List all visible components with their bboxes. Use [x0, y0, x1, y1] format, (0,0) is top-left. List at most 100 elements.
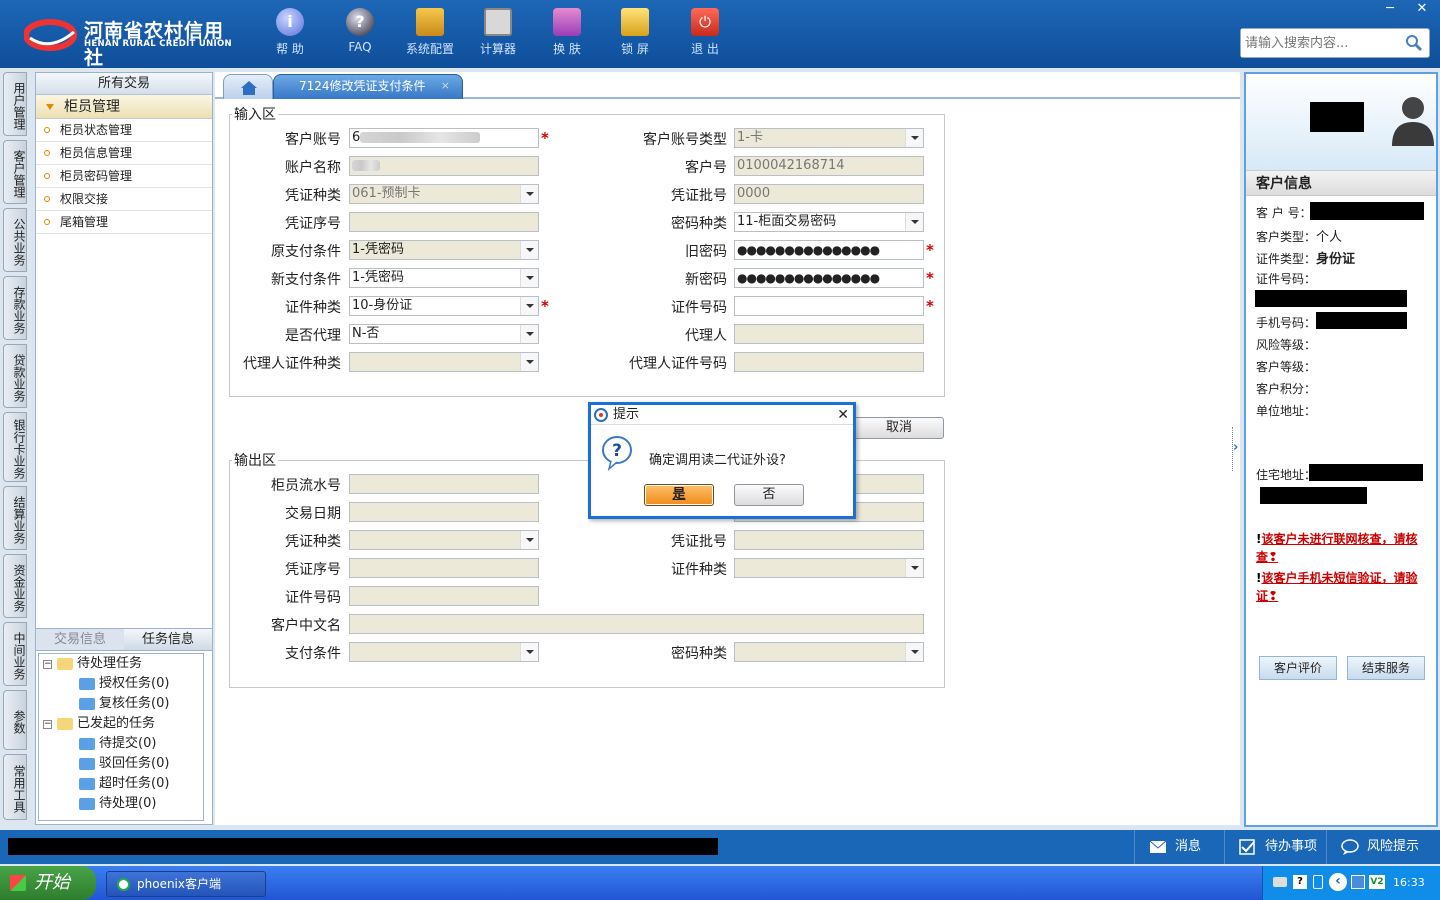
vtab-user-mgmt[interactable]: 用户管理: [3, 72, 27, 136]
out-id-type-select[interactable]: [734, 558, 924, 578]
voucher-seq-input[interactable]: [349, 212, 539, 232]
collapse-right-icon[interactable]: ›: [1233, 440, 1238, 455]
dropdown-arrow-icon[interactable]: [520, 185, 538, 203]
dropdown-arrow-icon[interactable]: [905, 643, 923, 661]
voucher-batch-input[interactable]: 0000: [734, 184, 924, 204]
search-icon[interactable]: [1405, 34, 1423, 52]
out-voucher-type-select[interactable]: [349, 530, 539, 550]
close-tab-icon[interactable]: ×: [441, 75, 450, 97]
taskbar-app-label: phoenix客户端: [137, 877, 221, 891]
vtab-settlement[interactable]: 结算业务: [3, 486, 27, 550]
help-tray-icon[interactable]: ?: [1293, 875, 1307, 889]
vtab-funds[interactable]: 资金业务: [3, 554, 27, 618]
start-button[interactable]: 开始: [0, 866, 96, 900]
dropdown-arrow-icon[interactable]: [520, 269, 538, 287]
lock-screen-button[interactable]: 锁 屏: [600, 8, 670, 64]
new-pwd-input[interactable]: ●●●●●●●●●●●●●●●: [734, 268, 924, 288]
vtab-loan[interactable]: 贷款业务: [3, 344, 27, 408]
old-pwd-input[interactable]: ●●●●●●●●●●●●●●●: [734, 240, 924, 260]
network-tray-icon[interactable]: [1351, 875, 1365, 889]
collapse-icon[interactable]: −: [43, 660, 52, 669]
tree-node-timeout[interactable]: 超时任务(0): [79, 774, 169, 794]
account-name-input[interactable]: [349, 156, 539, 176]
pwd-type-select[interactable]: 11-柜面交易密码: [734, 212, 924, 232]
nav-title[interactable]: 所有交易: [36, 73, 212, 95]
dropdown-arrow-icon[interactable]: [905, 213, 923, 231]
todo-button[interactable]: 待办事项: [1224, 830, 1324, 864]
warning-verify-link[interactable]: !该客户未进行联网核查，请核查❢: [1256, 530, 1434, 566]
close-window-button[interactable]: ✕: [1406, 0, 1438, 20]
shirt-icon: [553, 8, 581, 36]
old-pay-cond-select[interactable]: 1-凭密码: [349, 240, 539, 260]
dropdown-arrow-icon[interactable]: [905, 129, 923, 147]
system-config-button[interactable]: 系统配置: [395, 8, 465, 64]
taskbar-app-phoenix[interactable]: phoenix客户端: [106, 871, 266, 897]
dropdown-arrow-icon[interactable]: [520, 531, 538, 549]
tray-expand-icon[interactable]: ‹: [1329, 873, 1347, 891]
new-pay-cond-select[interactable]: 1-凭密码: [349, 268, 539, 288]
dropdown-arrow-icon[interactable]: [520, 353, 538, 371]
tree-node-auth[interactable]: 授权任务(0): [79, 674, 169, 694]
vtab-params[interactable]: 参数: [3, 690, 27, 750]
tree-node-to-process[interactable]: 待处理(0): [79, 794, 156, 814]
exit-button[interactable]: ⏻ 退 出: [670, 8, 740, 64]
out-pay-cond-select[interactable]: [349, 642, 539, 662]
nav-group-teller[interactable]: 柜员管理: [36, 95, 212, 119]
dropdown-arrow-icon[interactable]: [520, 325, 538, 343]
vtab-intermediary[interactable]: 中间业务: [3, 622, 27, 686]
customer-no-input[interactable]: 0100042168714: [734, 156, 924, 176]
cancel-button[interactable]: 取消: [854, 417, 944, 439]
dialog-yes-button[interactable]: 是: [644, 484, 714, 506]
id-type-select[interactable]: 10-身份证: [349, 296, 539, 316]
voucher-type-select[interactable]: 061-预制卡: [349, 184, 539, 204]
search-input[interactable]: [1241, 29, 1401, 57]
nav-item-teller-password[interactable]: 柜员密码管理: [36, 165, 212, 188]
nav-item-teller-info[interactable]: 柜员信息管理: [36, 142, 212, 165]
nav-item-cash-box[interactable]: 尾箱管理: [36, 211, 212, 234]
tree-node-to-submit[interactable]: 待提交(0): [79, 734, 156, 754]
tree-node-rejected[interactable]: 驳回任务(0): [79, 754, 169, 774]
dialog-no-button[interactable]: 否: [734, 484, 804, 506]
dropdown-arrow-icon[interactable]: [520, 241, 538, 259]
end-service-button[interactable]: 结束服务: [1347, 656, 1425, 680]
collapse-icon[interactable]: −: [43, 720, 52, 729]
nav-item-teller-status[interactable]: 柜员状态管理: [36, 119, 212, 142]
customer-eval-button[interactable]: 客户评价: [1259, 656, 1337, 680]
out-pwd-type-select[interactable]: [734, 642, 924, 662]
dropdown-arrow-icon[interactable]: [520, 643, 538, 661]
faq-button[interactable]: ? FAQ: [325, 8, 395, 64]
tab-home[interactable]: [223, 74, 273, 99]
tree-node-initiated[interactable]: 已发起的任务: [57, 714, 155, 734]
agent-id-no-input[interactable]: [734, 352, 924, 372]
agent-id-type-select[interactable]: [349, 352, 539, 372]
agent-flag-select[interactable]: N-否: [349, 324, 539, 344]
tree-node-pending[interactable]: 待处理任务: [57, 654, 142, 674]
vtab-bank-card[interactable]: 银行卡业务: [3, 412, 27, 482]
tab-trade-info[interactable]: 交易信息: [36, 629, 124, 650]
id-no-input[interactable]: [734, 296, 924, 316]
calculator-button[interactable]: 计算器: [463, 8, 533, 64]
device-tray-icon[interactable]: [1313, 875, 1323, 889]
dropdown-arrow-icon[interactable]: [905, 559, 923, 577]
vtab-public-business[interactable]: 公共业务: [3, 208, 27, 272]
tab-current-transaction[interactable]: 7124修改凭证支付条件 ×: [273, 74, 463, 99]
vtab-customer-mgmt[interactable]: 客户管理: [3, 140, 27, 204]
input-method-icon[interactable]: V2: [1369, 875, 1385, 889]
minimize-button[interactable]: ─: [1374, 0, 1406, 20]
message-button[interactable]: 消息: [1134, 830, 1224, 864]
risk-alert-button[interactable]: 风险提示: [1326, 830, 1440, 864]
warning-sms-link[interactable]: !该客户手机未短信验证，请验证❢: [1256, 569, 1434, 605]
agent-input[interactable]: [734, 324, 924, 344]
skin-button[interactable]: 换 肤: [532, 8, 602, 64]
account-type-select[interactable]: 1-卡: [734, 128, 924, 148]
vtab-deposit[interactable]: 存款业务: [3, 276, 27, 340]
customer-account-input[interactable]: 6: [349, 128, 539, 148]
help-button[interactable]: i 帮 助: [255, 8, 325, 64]
tree-node-review[interactable]: 复核任务(0): [79, 694, 169, 714]
dropdown-arrow-icon[interactable]: [520, 297, 538, 315]
keyboard-icon[interactable]: [1273, 877, 1287, 887]
vtab-tools[interactable]: 常用工具: [3, 754, 27, 820]
tab-task-info[interactable]: 任务信息: [124, 629, 212, 650]
nav-item-permission-handover[interactable]: 权限交接: [36, 188, 212, 211]
dialog-close-button[interactable]: ✕: [837, 405, 849, 425]
